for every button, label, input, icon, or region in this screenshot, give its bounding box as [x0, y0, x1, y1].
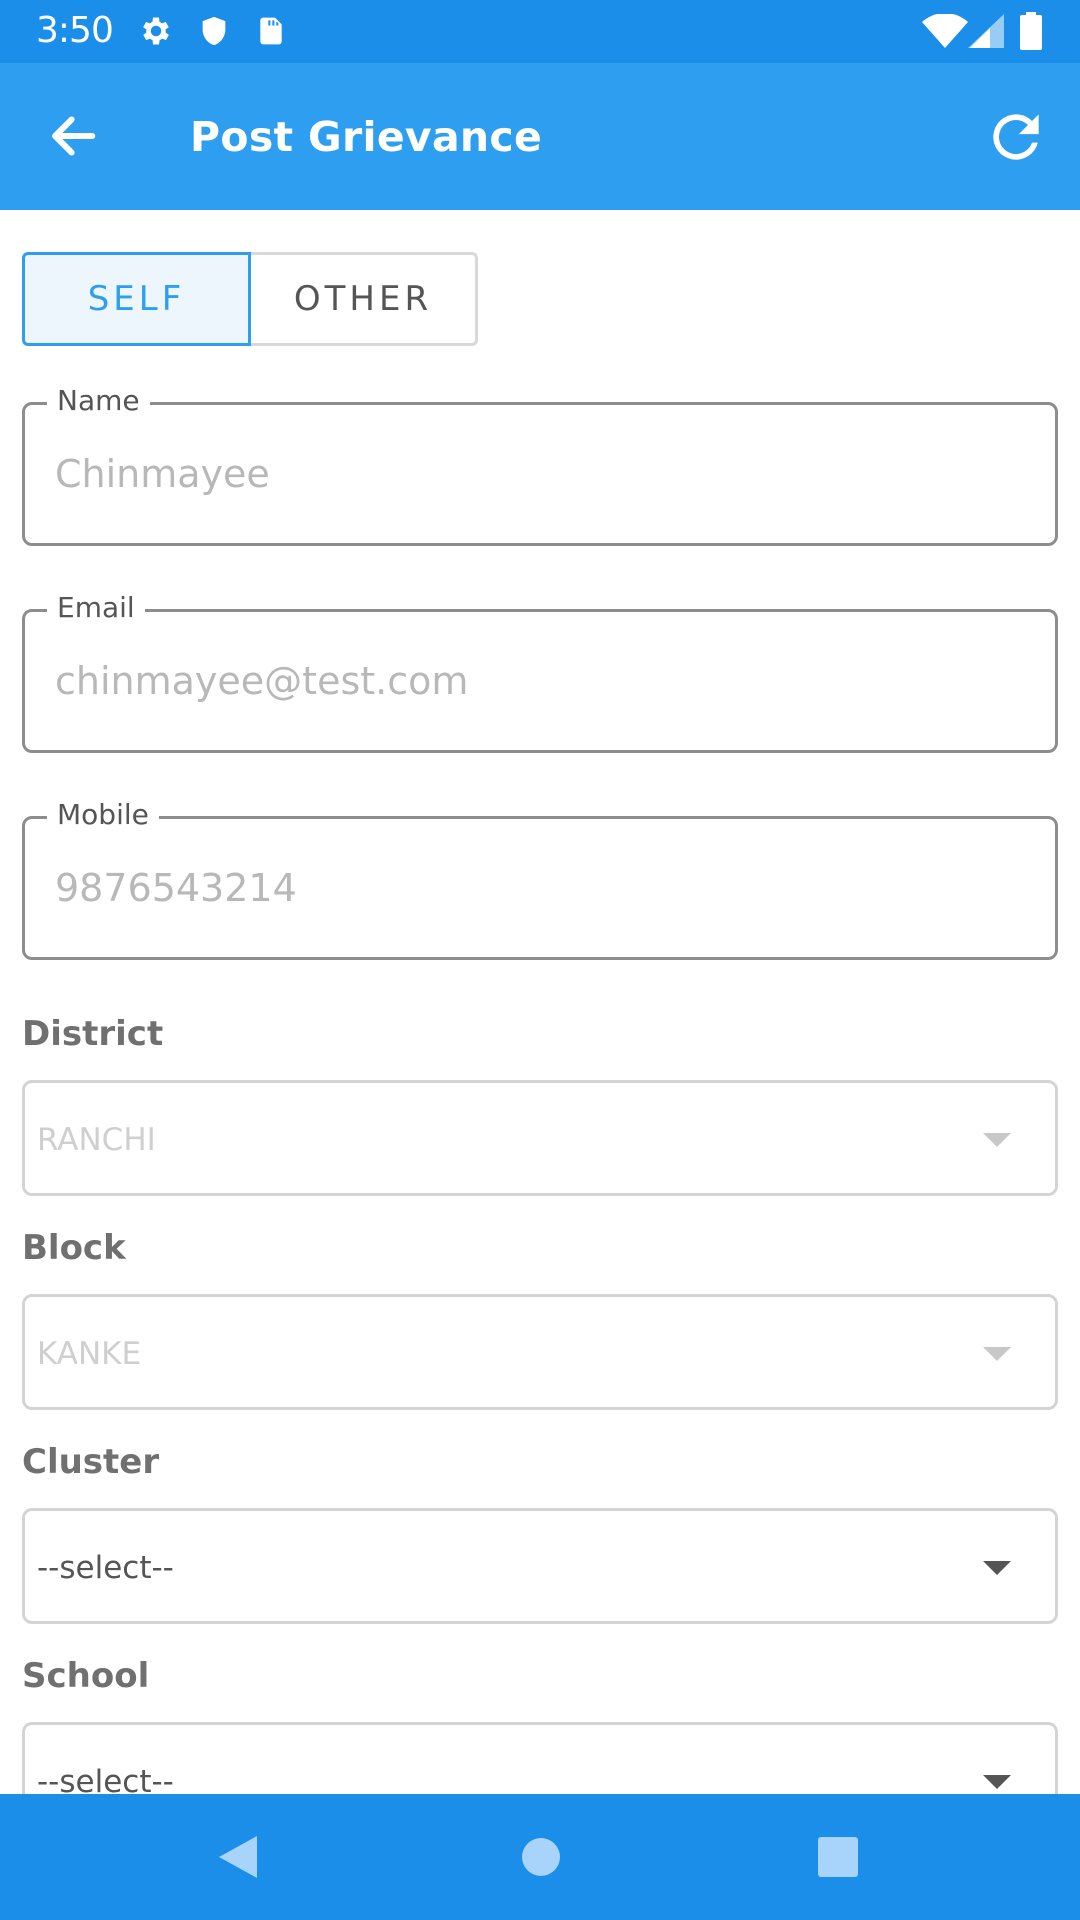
app-bar: Post Grievance [0, 63, 1080, 210]
block-value: KANKE [37, 1336, 142, 1372]
arrow-left-icon [52, 116, 96, 156]
chevron-down-icon [983, 1775, 1011, 1789]
mobile-value: 9876543214 [55, 866, 297, 910]
wifi-icon [922, 13, 968, 53]
chevron-down-icon [983, 1561, 1011, 1575]
email-field[interactable]: Email chinmayee@test.com [22, 590, 1058, 753]
nav-recents-icon [818, 1837, 858, 1877]
status-time: 3:50 [36, 10, 114, 51]
shield-icon [197, 13, 231, 54]
name-field[interactable]: Name Chinmayee [22, 383, 1058, 546]
status-bar: 3:50 [0, 0, 1080, 63]
cluster-select[interactable]: --select-- [22, 1508, 1058, 1624]
refresh-icon [993, 114, 1039, 160]
nav-home-icon [522, 1838, 560, 1876]
block-label: Block [22, 1228, 126, 1268]
refresh-button[interactable] [982, 103, 1050, 171]
name-label: Name [47, 383, 150, 419]
battery-icon [1020, 12, 1042, 55]
mobile-label: Mobile [47, 797, 159, 833]
nav-back-icon [219, 1836, 257, 1878]
chevron-down-icon [983, 1133, 1011, 1147]
cluster-value: --select-- [37, 1550, 174, 1586]
back-button[interactable] [40, 103, 106, 169]
school-label: School [22, 1656, 150, 1696]
name-value: Chinmayee [55, 452, 270, 496]
district-value: RANCHI [37, 1122, 156, 1158]
system-nav-bar [0, 1794, 1080, 1920]
nav-home-button[interactable] [516, 1832, 566, 1882]
chevron-down-icon [983, 1347, 1011, 1361]
toggle-other-button[interactable]: OTHER [251, 252, 478, 346]
block-select[interactable]: KANKE [22, 1294, 1058, 1410]
signal-icon [968, 14, 1004, 53]
mobile-field[interactable]: Mobile 9876543214 [22, 797, 1058, 960]
nav-back-button[interactable] [213, 1832, 263, 1882]
district-select[interactable]: RANCHI [22, 1080, 1058, 1196]
district-label: District [22, 1014, 164, 1054]
toggle-self-button[interactable]: SELF [22, 252, 251, 346]
sd-card-icon [255, 13, 287, 54]
email-value: chinmayee@test.com [55, 659, 469, 703]
page-title: Post Grievance [190, 113, 543, 161]
email-label: Email [47, 590, 145, 626]
settings-icon [138, 13, 174, 54]
nav-recents-button[interactable] [813, 1832, 863, 1882]
cluster-label: Cluster [22, 1442, 160, 1482]
requester-toggle: SELF OTHER [22, 252, 478, 346]
